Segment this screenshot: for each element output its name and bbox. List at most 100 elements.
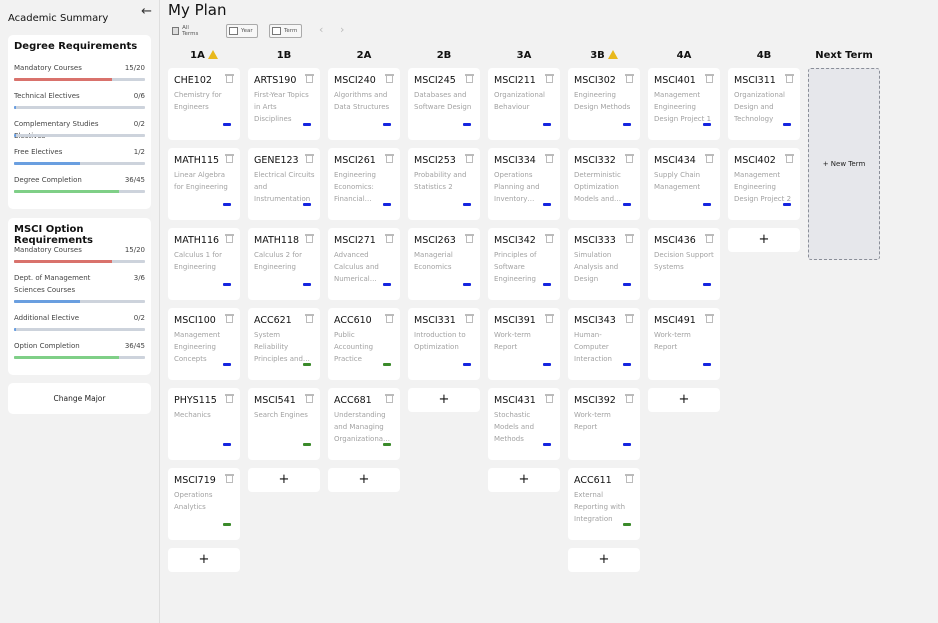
course-card[interactable]: MATH118 Calculus 2 for Engineering	[248, 228, 320, 300]
trash-icon[interactable]	[385, 74, 394, 83]
sidebar-title: Academic Summary	[8, 13, 109, 24]
trash-icon[interactable]	[225, 474, 234, 483]
chevron-right-icon[interactable]: ›	[340, 23, 344, 36]
course-card[interactable]: ACC611 External Reporting with Integratio…	[568, 468, 640, 540]
course-card[interactable]: MSCI719 Operations Analytics	[168, 468, 240, 540]
term-label: 4B	[756, 50, 772, 61]
term-view-button[interactable]: Term	[269, 24, 303, 38]
course-card[interactable]: MSCI240 Algorithms and Data Structures	[328, 68, 400, 140]
trash-icon[interactable]	[625, 234, 634, 243]
course-name: Public Accounting Practice	[334, 331, 374, 363]
all-terms-toggle[interactable]: All Terms	[172, 24, 200, 38]
trash-icon[interactable]	[305, 154, 314, 163]
course-card[interactable]: MATH116 Calculus 1 for Engineering	[168, 228, 240, 300]
course-card[interactable]: MSCI431 Stochastic Models and Methods	[488, 388, 560, 460]
trash-icon[interactable]	[225, 74, 234, 83]
course-card[interactable]: ACC610 Public Accounting Practice	[328, 308, 400, 380]
trash-icon[interactable]	[705, 314, 714, 323]
course-card[interactable]: MSCI541 Search Engines	[248, 388, 320, 460]
add-course-button[interactable]: +	[568, 548, 640, 572]
course-card[interactable]: MSCI334 Operations Planning and Inventory…	[488, 148, 560, 220]
trash-icon[interactable]	[385, 154, 394, 163]
course-card[interactable]: MSCI302 Engineering Design Methods	[568, 68, 640, 140]
course-type-tag	[383, 283, 391, 286]
course-card[interactable]: MATH115 Linear Algebra for Engineering	[168, 148, 240, 220]
trash-icon[interactable]	[625, 394, 634, 403]
add-course-button[interactable]: +	[728, 228, 800, 252]
course-card[interactable]: MSCI253 Probability and Statistics 2	[408, 148, 480, 220]
course-card[interactable]: MSCI331 Introduction to Optimization	[408, 308, 480, 380]
trash-icon[interactable]	[785, 74, 794, 83]
add-course-button[interactable]: +	[248, 468, 320, 492]
trash-icon[interactable]	[545, 394, 554, 403]
trash-icon[interactable]	[385, 234, 394, 243]
course-card[interactable]: MSCI401 Management Engineering Design Pro…	[648, 68, 720, 140]
trash-icon[interactable]	[305, 394, 314, 403]
course-card[interactable]: MSCI392 Work-term Report	[568, 388, 640, 460]
course-card[interactable]: MSCI311 Organizational Design and Technol…	[728, 68, 800, 140]
add-course-button[interactable]: +	[488, 468, 560, 492]
course-card[interactable]: MSCI333 Simulation Analysis and Design	[568, 228, 640, 300]
trash-icon[interactable]	[625, 474, 634, 483]
trash-icon[interactable]	[385, 394, 394, 403]
trash-icon[interactable]	[625, 314, 634, 323]
trash-icon[interactable]	[465, 314, 474, 323]
course-card[interactable]: MSCI332 Deterministic Optimization Models…	[568, 148, 640, 220]
course-card[interactable]: MSCI491 Work-term Report	[648, 308, 720, 380]
course-name: Organizational Design and Technology	[734, 91, 785, 123]
course-card[interactable]: MSCI100 Management Engineering Concepts	[168, 308, 240, 380]
course-card[interactable]: MSCI245 Databases and Software Design	[408, 68, 480, 140]
trash-icon[interactable]	[705, 234, 714, 243]
trash-icon[interactable]	[545, 154, 554, 163]
chevron-left-icon[interactable]: ‹	[319, 23, 323, 36]
course-card[interactable]: GENE123 Electrical Circuits and Instrumen…	[248, 148, 320, 220]
trash-icon[interactable]	[465, 74, 474, 83]
course-card[interactable]: ARTS190 First-Year Topics in Arts Discipl…	[248, 68, 320, 140]
new-term-button[interactable]: + New Term	[808, 68, 880, 260]
trash-icon[interactable]	[305, 314, 314, 323]
trash-icon[interactable]	[305, 74, 314, 83]
course-card[interactable]: MSCI402 Management Engineering Design Pro…	[728, 148, 800, 220]
add-course-button[interactable]: +	[648, 388, 720, 412]
trash-icon[interactable]	[545, 234, 554, 243]
add-course-button[interactable]: +	[408, 388, 480, 412]
course-type-tag	[383, 203, 391, 206]
year-view-button[interactable]: Year	[226, 24, 258, 38]
trash-can	[626, 76, 633, 83]
trash-icon[interactable]	[785, 154, 794, 163]
course-card[interactable]: MSCI434 Supply Chain Management	[648, 148, 720, 220]
trash-icon[interactable]	[545, 74, 554, 83]
add-course-button[interactable]: +	[328, 468, 400, 492]
trash-icon[interactable]	[225, 314, 234, 323]
course-card[interactable]: MSCI211 Organizational Behaviour	[488, 68, 560, 140]
change-major-button[interactable]: Change Major	[8, 383, 151, 414]
trash-can	[226, 236, 233, 243]
course-card[interactable]: MSCI263 Managerial Economics	[408, 228, 480, 300]
trash-icon[interactable]	[465, 154, 474, 163]
course-card[interactable]: ACC681 Understanding and Managing Organiz…	[328, 388, 400, 460]
trash-icon[interactable]	[625, 154, 634, 163]
course-card[interactable]: ACC621 System Reliability Principles and…	[248, 308, 320, 380]
trash-icon[interactable]	[705, 154, 714, 163]
course-card[interactable]: MSCI343 Human-Computer Interaction	[568, 308, 640, 380]
course-card[interactable]: MSCI342 Principles of Software Engineerin…	[488, 228, 560, 300]
course-card[interactable]: PHYS115 Mechanics	[168, 388, 240, 460]
trash-icon[interactable]	[225, 154, 234, 163]
trash-icon[interactable]	[225, 394, 234, 403]
course-card[interactable]: MSCI271 Advanced Calculus and Numerical…	[328, 228, 400, 300]
course-card[interactable]: MSCI391 Work-term Report	[488, 308, 560, 380]
course-card[interactable]: MSCI436 Decision Support Systems	[648, 228, 720, 300]
trash-icon[interactable]	[465, 234, 474, 243]
trash-icon[interactable]	[705, 74, 714, 83]
requirement-count: 1/2	[133, 148, 145, 156]
course-card[interactable]: CHE102 Chemistry for Engineers	[168, 68, 240, 140]
trash-icon[interactable]	[225, 234, 234, 243]
course-type-tag	[783, 203, 791, 206]
collapse-arrow-icon[interactable]: ←	[141, 4, 152, 19]
trash-icon[interactable]	[385, 314, 394, 323]
trash-icon[interactable]	[625, 74, 634, 83]
trash-icon[interactable]	[305, 234, 314, 243]
trash-icon[interactable]	[545, 314, 554, 323]
add-course-button[interactable]: +	[168, 548, 240, 572]
course-card[interactable]: MSCI261 Engineering Economics: Financial…	[328, 148, 400, 220]
